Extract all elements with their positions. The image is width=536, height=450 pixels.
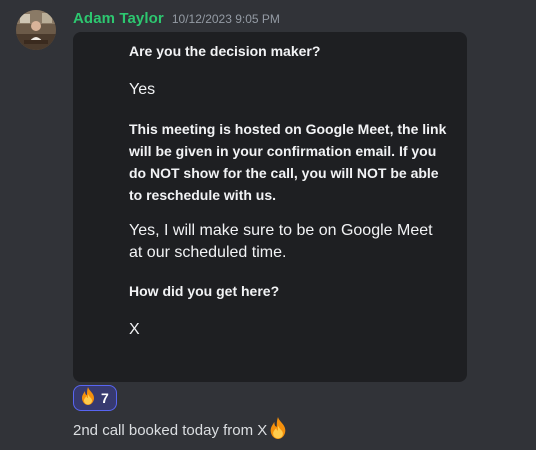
message-text: 2nd call booked today from X <box>73 421 268 439</box>
message-content: 2nd call booked today from X <box>73 417 288 443</box>
avatar-photo <box>16 10 56 50</box>
form-question: Are you the decision maker? <box>129 43 321 59</box>
form-response-card: Are you the decision maker? Yes This mee… <box>73 32 467 382</box>
form-question: How did you get here? <box>129 283 280 299</box>
timestamp[interactable]: 10/12/2023 9:05 PM <box>172 12 280 26</box>
reaction-count: 7 <box>101 390 109 406</box>
username[interactable]: Adam Taylor <box>73 10 164 27</box>
form-answer: X <box>129 321 140 338</box>
message-header: Adam Taylor 10/12/2023 9:05 PM <box>73 10 280 30</box>
form-question: This meeting is hosted on Google Meet, t… <box>129 121 447 203</box>
form-answer: Yes <box>129 81 156 98</box>
avatar[interactable] <box>16 10 56 50</box>
fire-icon <box>80 386 96 410</box>
chat-message: Adam Taylor 10/12/2023 9:05 PM Are you t… <box>0 0 536 450</box>
form-answer: Yes, I will make sure to be on Google Me… <box>129 222 433 261</box>
reaction-button[interactable]: 7 <box>73 385 117 411</box>
fire-icon <box>268 417 288 443</box>
